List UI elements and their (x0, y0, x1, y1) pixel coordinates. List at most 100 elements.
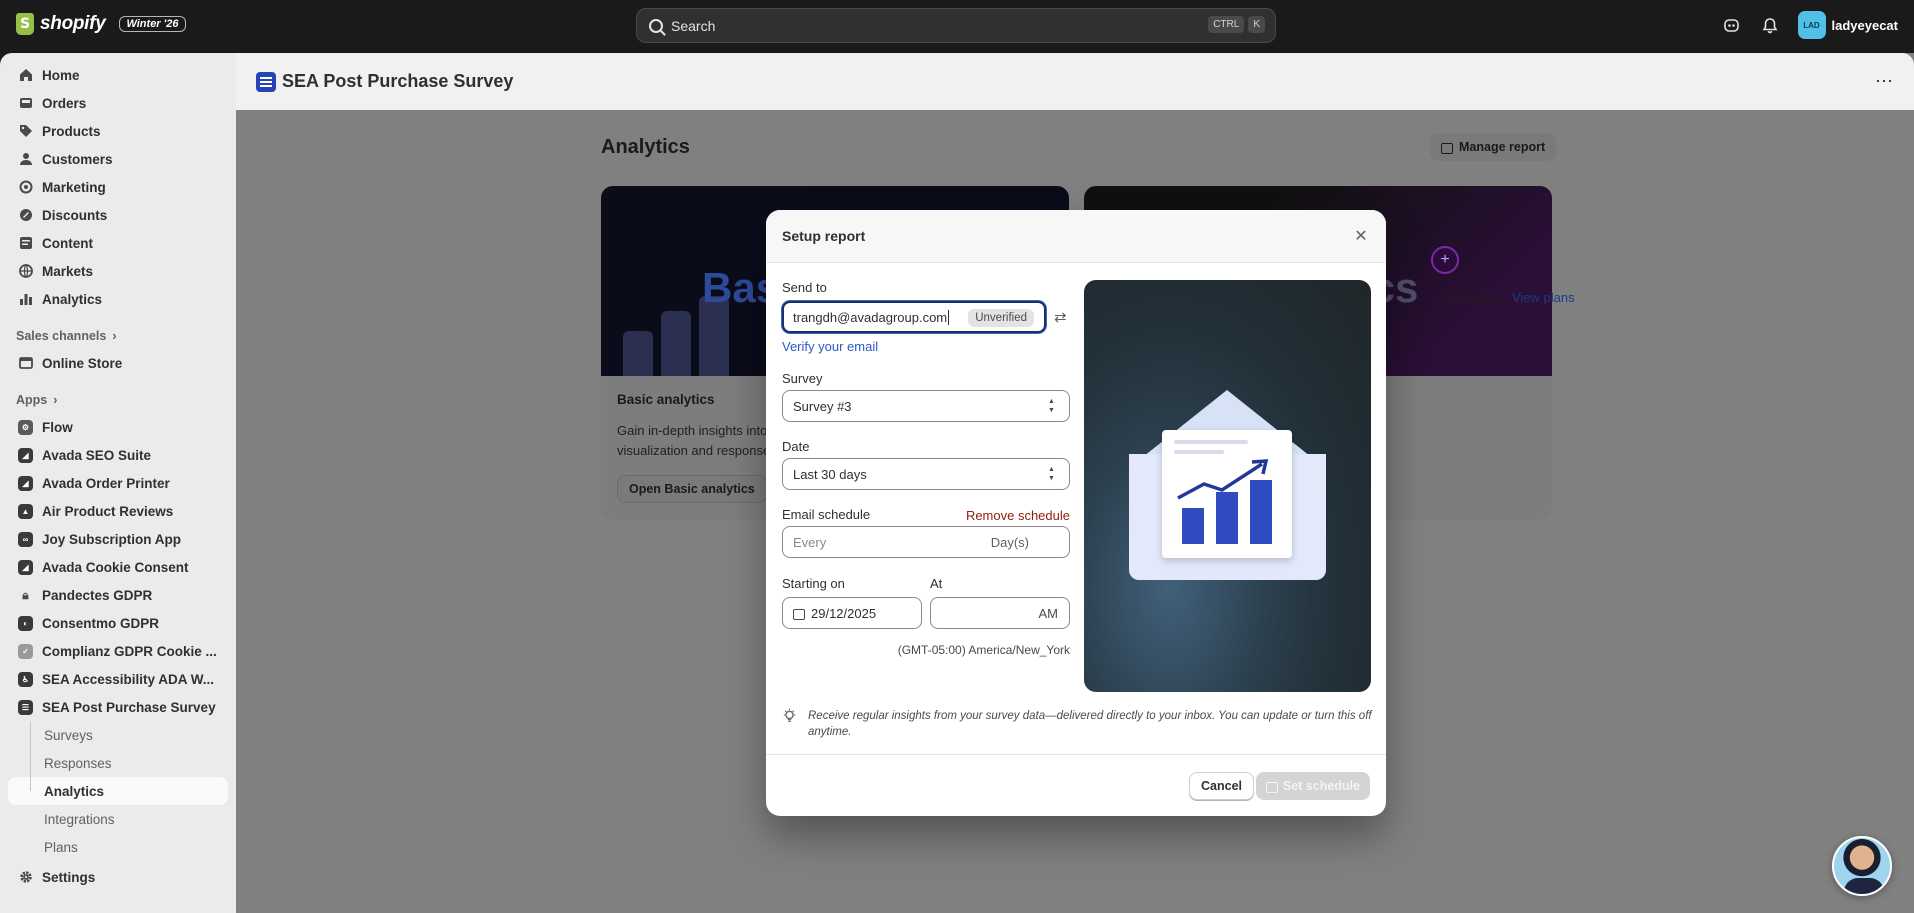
sidebar-item-pandectes[interactable]: 🔒︎ Pandectes GDPR (8, 581, 228, 609)
sidebar-item-markets[interactable]: Markets (8, 257, 228, 285)
survey-value: Survey #3 (793, 398, 852, 414)
gear-icon (18, 870, 33, 885)
calendar-icon (793, 608, 805, 620)
set-schedule-button[interactable]: Set schedule (1255, 772, 1370, 800)
survey-app-logo-icon (256, 71, 276, 92)
sidebar-item-settings[interactable]: Settings (8, 863, 228, 891)
survey-label: Survey (782, 371, 823, 386)
view-plans-link[interactable]: View plans (1512, 290, 1575, 305)
sidebar-item-label: Joy Subscription App (42, 531, 182, 547)
start-row: Starting on 29/12/2025 At AM (782, 576, 1070, 629)
sales-channels-heading[interactable]: Sales channels › (8, 319, 228, 349)
sidebar-item-joy-subscription[interactable]: ∞ Joy Subscription App (8, 525, 228, 553)
cancel-button[interactable]: Cancel (1189, 772, 1254, 800)
air-reviews-app-icon: ▲ (18, 503, 33, 519)
shopify-logo[interactable]: shopify Winter '26 (16, 13, 186, 35)
sidebar-item-customers[interactable]: Customers (8, 145, 228, 173)
sidekick-icon[interactable] (1722, 15, 1742, 35)
email-schedule-row: Email schedule Remove schedule (782, 507, 1070, 523)
date-label: Date (782, 439, 810, 454)
decorative-bar (661, 311, 691, 376)
sidebar-item-sea-post-purchase-survey[interactable]: ☰ SEA Post Purchase Survey (8, 693, 228, 721)
button-label: Manage report (1459, 140, 1546, 154)
user-name: ladyeyecat (1831, 17, 1899, 33)
kbd-k: K (1248, 16, 1265, 33)
sidebar-item-content[interactable]: Content (8, 229, 228, 257)
sidebar-item-avada-order-printer[interactable]: ◢ Avada Order Printer (8, 469, 228, 497)
unverified-badge: Unverified (968, 309, 1034, 327)
sidebar-item-label: SEA Post Purchase Survey (42, 699, 216, 715)
avatar-shirt (1844, 878, 1884, 894)
open-basic-analytics-button[interactable]: Open Basic analytics (617, 475, 767, 503)
sidebar-item-air-reviews[interactable]: ▲ Air Product Reviews (8, 497, 228, 525)
complianz-app-icon: ✓ (18, 643, 33, 659)
sidebar-item-discounts[interactable]: Discounts (8, 201, 228, 229)
trend-arrow-icon (1177, 459, 1269, 500)
sidebar-subitem-analytics[interactable]: Analytics (8, 777, 228, 805)
decorative-bar (623, 331, 653, 376)
sidebar-item-flow[interactable]: ⚙ Flow (8, 413, 228, 441)
time-field[interactable]: AM (930, 597, 1070, 629)
sidebar-item-complianz[interactable]: ✓ Complianz GDPR Cookie ... (8, 637, 228, 665)
start-date-field[interactable]: 29/12/2025 (782, 597, 922, 629)
sidebar-subitem-label: Surveys (44, 727, 93, 743)
app-header: SEA Post Purchase Survey ⋯ (236, 53, 1914, 110)
send-to-label: Send to (782, 280, 827, 295)
calendar-icon (1441, 142, 1453, 154)
email-field[interactable]: trangdh@avadagroup.com Unverified (782, 301, 1046, 333)
sidebar-item-marketing[interactable]: Marketing (8, 173, 228, 201)
sidebar-item-label: Settings (42, 869, 96, 885)
schedule-interval-field[interactable]: Every Day(s) (782, 526, 1070, 558)
user-menu[interactable]: LAD ladyeyecat (1797, 11, 1899, 39)
avada-printer-app-icon: ◢ (18, 475, 33, 491)
refresh-icon[interactable]: ⇄ (1054, 308, 1067, 326)
sidebar-item-products[interactable]: Products (8, 117, 228, 145)
support-chat-avatar[interactable] (1832, 836, 1892, 896)
start-date-value: 29/12/2025 (811, 605, 877, 621)
sidebar-subitem-plans[interactable]: Plans (8, 833, 228, 861)
bell-icon[interactable] (1760, 15, 1780, 35)
plus-icon: + (1431, 246, 1459, 274)
upgrade-description: gher plans. (1444, 290, 1509, 305)
apps-heading[interactable]: Apps › (8, 383, 228, 413)
avada-seo-app-icon: ◢ (18, 447, 33, 463)
setup-report-modal: Setup report ✕ Send to trangdh@avadagrou… (766, 210, 1386, 816)
sidebar-item-avada-cookie[interactable]: ◢ Avada Cookie Consent (8, 553, 228, 581)
sidebar-subitem-label: Integrations (44, 811, 115, 827)
content-icon (18, 236, 33, 251)
tree-line (30, 777, 31, 791)
starting-on-col: Starting on 29/12/2025 (782, 576, 922, 629)
edition-badge[interactable]: Winter '26 (119, 16, 186, 32)
survey-select[interactable]: Survey #3 ▲ ▼ (782, 390, 1070, 422)
sidebar-item-home[interactable]: Home (8, 61, 228, 89)
button-label: Set schedule (1282, 779, 1360, 793)
person-icon (18, 152, 33, 167)
sidebar-item-label: Consentmo GDPR (42, 615, 160, 631)
sidebar-item-avada-seo[interactable]: ◢ Avada SEO Suite (8, 441, 228, 469)
email-report-illustration (1084, 280, 1371, 692)
lightbulb-icon (782, 708, 798, 724)
search-bar[interactable]: Search CTRL K (636, 8, 1276, 43)
brand-name: shopify (40, 13, 106, 34)
sidebar-subitem-surveys[interactable]: Surveys (8, 721, 228, 749)
verify-email-link[interactable]: Verify your email (782, 339, 1070, 354)
sidebar-item-analytics[interactable]: Analytics (8, 285, 228, 313)
sidebar-subitem-responses[interactable]: Responses (8, 749, 228, 777)
sidebar-item-online-store[interactable]: Online Store (8, 349, 228, 377)
tip-banner: Receive regular insights from your surve… (782, 708, 1372, 740)
sidebar-subitem-integrations[interactable]: Integrations (8, 805, 228, 833)
sidebar-item-consentmo[interactable]: ◐ Consentmo GDPR (8, 609, 228, 637)
more-actions-icon[interactable]: ⋯ (1875, 71, 1894, 92)
manage-report-button[interactable]: Manage report (1430, 133, 1557, 161)
sidebar-item-orders[interactable]: Orders (8, 89, 228, 117)
date-range-select[interactable]: Last 30 days ▲ ▼ (782, 458, 1070, 490)
chevron-right-icon: › (112, 329, 117, 343)
select-chevron-icon: ▲ ▼ (1048, 398, 1055, 414)
sidebar-item-sea-accessibility[interactable]: ♿︎ SEA Accessibility ADA W... (8, 665, 228, 693)
sidebar-item-label: Flow (42, 419, 73, 435)
lock-icon: 🔒︎ (22, 587, 29, 602)
sidebar-item-label: Marketing (42, 179, 106, 195)
remove-schedule-link[interactable]: Remove schedule (966, 508, 1070, 523)
text-caret (948, 309, 950, 325)
close-icon[interactable]: ✕ (1352, 227, 1370, 245)
